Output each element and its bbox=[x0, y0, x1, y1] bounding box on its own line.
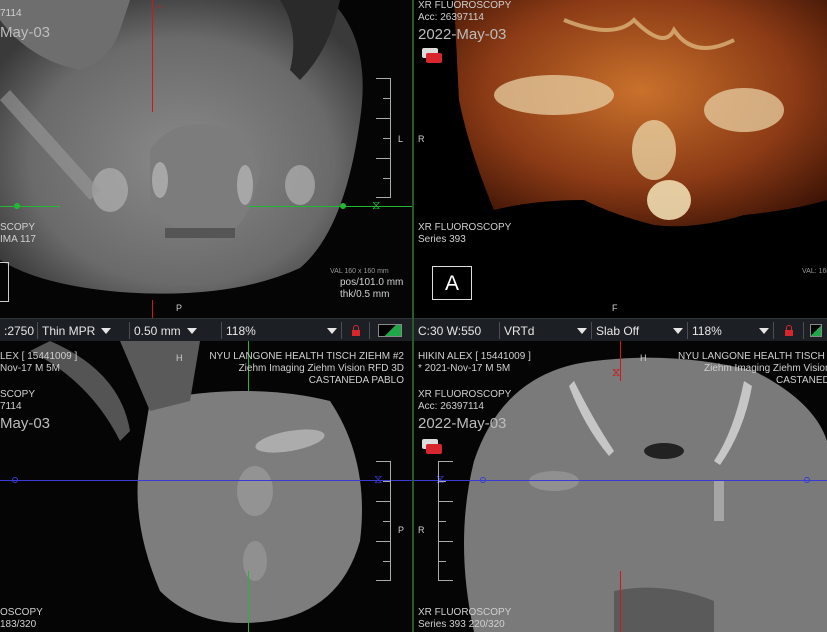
zoom-dropdown[interactable]: 118% bbox=[222, 322, 342, 339]
series-label: IMA 117 bbox=[0, 234, 36, 245]
window-level-readout[interactable]: :2750 bbox=[0, 322, 38, 339]
orientation-cube-button[interactable]: A bbox=[432, 266, 472, 300]
study-date: May-03 bbox=[0, 24, 51, 41]
device-name: Ziehm Imaging Ziehm Vision RFD 3D bbox=[238, 363, 404, 374]
orientation-left: R bbox=[418, 525, 425, 535]
series-stack-icon[interactable] bbox=[422, 439, 442, 454]
zoom-value: 118% bbox=[226, 323, 256, 338]
modality-label: XR FLUOROSCOPY bbox=[418, 0, 512, 11]
viewport-top-right[interactable]: XR FLUOROSCOPY Acc: 26397114 2022-May-03… bbox=[414, 0, 827, 318]
institution-name: NYU LANGONE HEALTH TISCH ZIEHM #2 bbox=[209, 351, 404, 362]
crosshair-blue-dot[interactable] bbox=[804, 477, 810, 483]
device-name: Ziehm Imaging Ziehm Vision R bbox=[704, 363, 827, 374]
crosshair-horizontal-blue[interactable] bbox=[0, 480, 412, 481]
orientation-right: P bbox=[398, 525, 405, 535]
orientation-bottom: P bbox=[176, 303, 183, 313]
volume-render-image bbox=[414, 0, 827, 318]
lock-button[interactable] bbox=[342, 322, 370, 339]
render-mode-value: Thin MPR bbox=[42, 323, 96, 338]
viewport-toolbar-right: C:30 W:550 VRTd Slab Off 118% bbox=[414, 318, 827, 343]
crosshair-handle-top[interactable]: ← bbox=[156, 0, 166, 11]
modality-label: SCOPY bbox=[0, 389, 36, 400]
modality-label-bottom: XR FLUOROSCOPY bbox=[418, 222, 512, 233]
crosshair-green-dot[interactable] bbox=[14, 203, 20, 209]
study-date: 2022-May-03 bbox=[418, 26, 507, 43]
modality-label: SCOPY bbox=[0, 222, 36, 233]
chevron-down-icon bbox=[759, 327, 769, 334]
crosshair-vertical-green-lower[interactable] bbox=[248, 571, 249, 632]
render-mode-dropdown[interactable]: Thin MPR bbox=[38, 322, 130, 339]
crosshair-blue-dot[interactable] bbox=[12, 477, 18, 483]
fov-label: VAL: 160 x 160 mm bbox=[802, 268, 827, 275]
chevron-down-icon bbox=[673, 327, 683, 334]
crosshair-horizontal-blue[interactable] bbox=[414, 480, 827, 481]
patient-name: HIKIN ALEX [ 15441009 ] bbox=[418, 351, 531, 362]
operator-name: CASTANEDA PABLO bbox=[308, 375, 404, 386]
scale-ruler bbox=[438, 461, 459, 581]
orientation-top: H bbox=[640, 353, 647, 363]
acc-number: 7114 bbox=[0, 401, 22, 412]
crosshair-vertical-red-lower[interactable] bbox=[152, 300, 153, 318]
position-label: pos/101.0 mm bbox=[340, 277, 404, 288]
orientation-bottom: F bbox=[612, 303, 618, 313]
window-level-readout[interactable]: C:30 W:550 bbox=[414, 322, 500, 339]
series-label: Series 393 220/320 bbox=[418, 619, 505, 630]
modality-label: XR FLUOROSCOPY bbox=[418, 389, 512, 400]
lock-icon bbox=[784, 324, 793, 336]
thickness-label: thk/0.5 mm bbox=[340, 289, 390, 300]
lock-icon bbox=[351, 324, 360, 336]
series-stack-icon[interactable] bbox=[422, 48, 442, 63]
window-level-icon bbox=[809, 324, 822, 337]
patient-dob: Nov-17 M 5M bbox=[0, 363, 61, 374]
study-date: 2022-May-03 bbox=[418, 415, 507, 432]
series-label: Series 393 bbox=[418, 234, 466, 245]
viewport-toolbar-left: :2750 Thin MPR 0.50 mm 118% bbox=[0, 318, 412, 343]
chevron-down-icon bbox=[101, 327, 112, 334]
window-level-preset-button[interactable] bbox=[804, 322, 827, 339]
slab-dropdown[interactable]: Slab Off bbox=[592, 322, 688, 339]
zoom-value: 118% bbox=[692, 323, 722, 338]
acc-number: Acc: 26397114 bbox=[418, 401, 484, 412]
study-date: May-03 bbox=[0, 415, 51, 432]
zoom-dropdown[interactable]: 118% bbox=[688, 322, 774, 339]
modality-label-bottom: OSCOPY bbox=[0, 607, 43, 618]
window-level-icon bbox=[378, 324, 402, 337]
slab-thickness-value: 0.50 mm bbox=[134, 323, 181, 338]
modality-label-bottom: XR FLUOROSCOPY bbox=[418, 607, 512, 618]
crosshair-green-handle[interactable]: ⧖ bbox=[372, 198, 380, 213]
scale-ruler bbox=[370, 461, 391, 581]
window-level-preset-button[interactable] bbox=[370, 322, 410, 339]
operator-name: CASTANED bbox=[776, 375, 827, 386]
crosshair-red-handle[interactable]: ⧖ bbox=[612, 365, 620, 380]
patient-dob: * 2021-Nov-17 M 5M bbox=[418, 363, 511, 374]
chevron-down-icon bbox=[577, 327, 587, 334]
crosshair-vertical-red-lower[interactable] bbox=[620, 571, 621, 632]
viewport-bottom-left[interactable]: ⧖ LEX [ 15441009 ] Nov-17 M 5M SCOPY 711… bbox=[0, 341, 412, 632]
viewport-top-left[interactable]: ← ⧖ 7114 May-03 SCOPY IMA 117 VAL 160 x … bbox=[0, 0, 412, 318]
series-label: 183/320 bbox=[0, 619, 37, 630]
chevron-down-icon bbox=[186, 327, 197, 334]
acc-number: Acc: 26397114 bbox=[418, 12, 484, 23]
crosshair-horizontal-green-left[interactable] bbox=[0, 206, 60, 207]
orientation-left: R bbox=[418, 134, 425, 144]
render-mode-value: VRTd bbox=[504, 323, 535, 338]
crosshair-vertical-red[interactable] bbox=[152, 0, 153, 112]
orientation-box[interactable] bbox=[0, 262, 9, 302]
crosshair-blue-dot[interactable] bbox=[480, 477, 486, 483]
chevron-down-icon bbox=[327, 327, 337, 334]
scale-ruler bbox=[370, 78, 391, 198]
orientation-right: L bbox=[398, 134, 404, 144]
render-mode-dropdown[interactable]: VRTd bbox=[500, 322, 592, 339]
crosshair-green-dot[interactable] bbox=[340, 203, 346, 209]
viewport-bottom-right[interactable]: ⧖ ⧖ HIKIN ALEX [ 15441009 ] * 2021-Nov-1… bbox=[414, 341, 827, 632]
lock-button[interactable] bbox=[774, 322, 804, 339]
orientation-top: H bbox=[176, 353, 183, 363]
patient-name: LEX [ 15441009 ] bbox=[0, 351, 78, 362]
slab-thickness-dropdown[interactable]: 0.50 mm bbox=[130, 322, 222, 339]
slab-value: Slab Off bbox=[596, 323, 640, 338]
acc-number: 7114 bbox=[0, 8, 22, 19]
institution-name: NYU LANGONE HEALTH TISCH ZIEHM # bbox=[678, 351, 827, 362]
crosshair-horizontal-green-right[interactable] bbox=[248, 206, 412, 207]
